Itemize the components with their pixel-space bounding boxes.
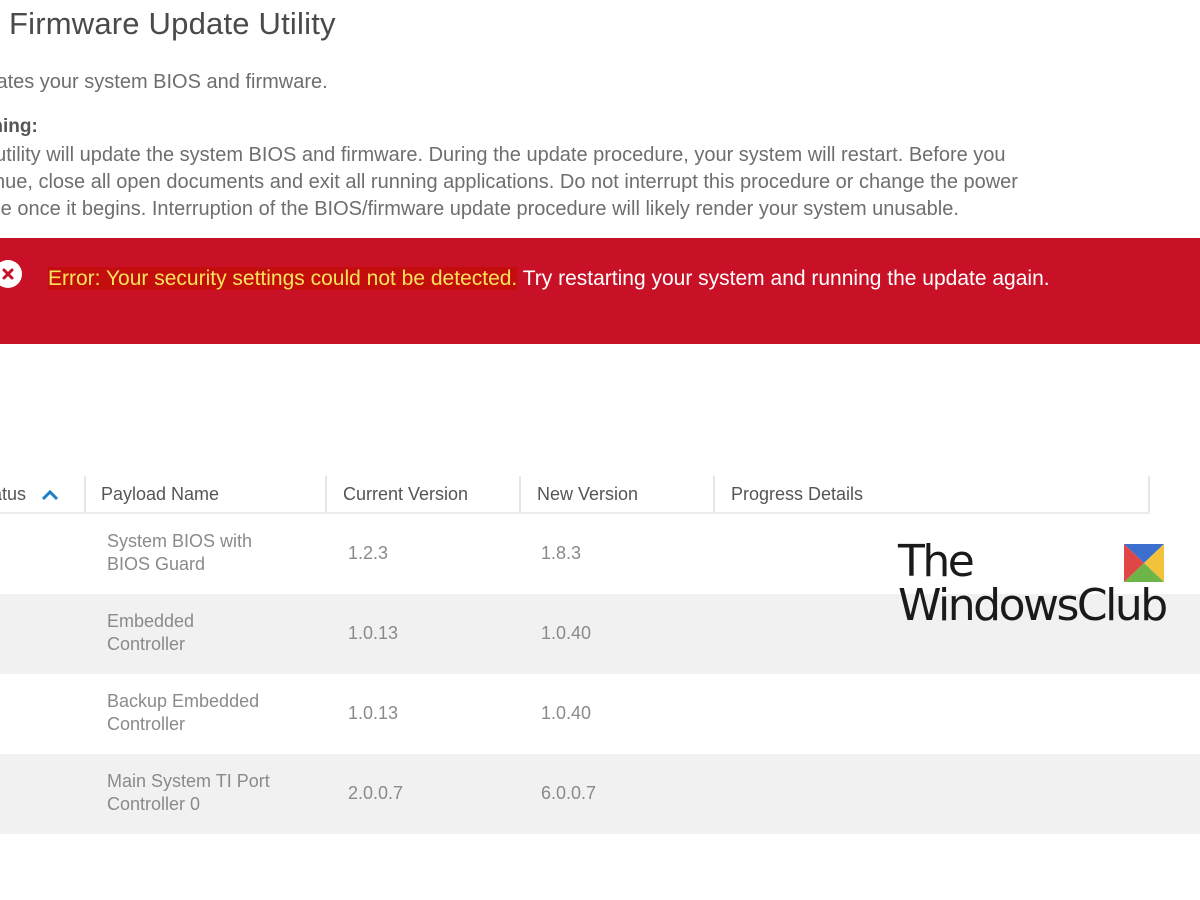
payload-name-line: Main System TI Port [107, 771, 270, 791]
new-version-cell: 1.0.40 [541, 623, 592, 643]
new-version-cell: 1.0.40 [541, 703, 592, 723]
payload-name-line: Controller 0 [107, 794, 201, 814]
error-detail: Try restarting your system and running t… [517, 267, 1050, 290]
column-header-current-version[interactable]: Current Version [325, 476, 520, 512]
payload-name-line: Embedded [107, 611, 195, 631]
column-header-status[interactable]: atus [0, 476, 84, 512]
payload-name-cell: System BIOS with BIOS Guard [107, 530, 307, 576]
warning-label: rning: [0, 116, 38, 137]
column-header-progress-details[interactable]: Progress Details [713, 476, 1150, 512]
table-row[interactable]: Main System TI Port Controller 0 2.0.0.7… [0, 754, 1200, 834]
payload-name-cell: Embedded Controller [107, 610, 307, 656]
column-header-new-version[interactable]: New Version [519, 476, 714, 512]
column-header-payload-name[interactable]: Payload Name [84, 476, 326, 512]
warning-line: tinue, close all open documents and exit… [0, 171, 1018, 193]
current-version-cell: 2.0.0.7 [348, 783, 404, 803]
watermark: The WindowsClub [898, 540, 1178, 640]
payload-name-line: Backup Embedded [107, 691, 260, 711]
payload-name-line: System BIOS with [107, 531, 253, 551]
current-version-cell: 1.0.13 [348, 703, 399, 723]
error-x-circle-icon [0, 260, 22, 288]
page-subtitle: lates your system BIOS and firmware. [0, 71, 328, 93]
column-header-label: atus [0, 484, 27, 504]
payload-name-cell: Main System TI Port Controller 0 [107, 770, 307, 816]
windows-club-logo-icon [1124, 544, 1164, 587]
payload-name-cell: Backup Embedded Controller [107, 690, 307, 736]
new-version-cell: 1.8.3 [541, 543, 582, 563]
current-version-cell: 1.0.13 [348, 623, 399, 643]
new-version-cell: 6.0.0.7 [541, 783, 597, 803]
firmware-table: atus Payload Name Current Version New Ve… [0, 468, 1200, 834]
chevron-up-icon[interactable] [41, 485, 59, 506]
error-message: Error: Your security settings could not … [48, 264, 1148, 294]
warning-line: . utility will update the system BIOS an… [0, 144, 1006, 166]
page-title: ll Firmware Update Utility [0, 6, 336, 41]
payload-name-line: Controller [107, 634, 186, 654]
warning-body: . utility will update the system BIOS an… [0, 142, 1200, 223]
warning-line: rce once it begins. Interruption of the … [0, 198, 959, 220]
table-header: atus Payload Name Current Version New Ve… [0, 468, 1150, 514]
error-banner: Error: Your security settings could not … [0, 238, 1200, 344]
watermark-line: WindowsClub [898, 580, 1168, 631]
table-row[interactable]: Backup Embedded Controller 1.0.13 1.0.40 [0, 674, 1200, 754]
payload-name-line: BIOS Guard [107, 554, 206, 574]
current-version-cell: 1.2.3 [348, 543, 389, 563]
payload-name-line: Controller [107, 714, 186, 734]
error-highlight: Error: Your security settings could not … [48, 267, 518, 290]
